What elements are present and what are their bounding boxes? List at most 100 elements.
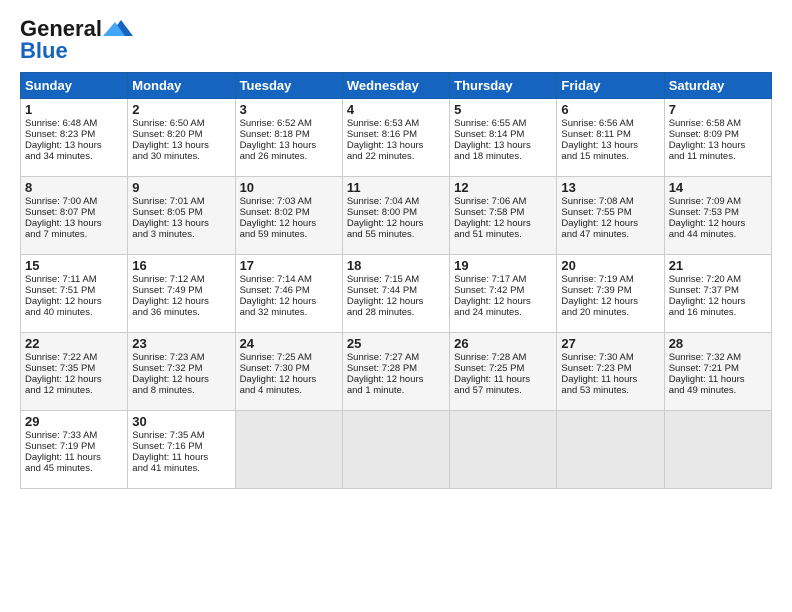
calendar-cell: 23Sunrise: 7:23 AMSunset: 7:32 PMDayligh… xyxy=(128,333,235,411)
day-info-line: Sunset: 7:19 PM xyxy=(25,441,123,452)
day-number: 30 xyxy=(132,414,230,429)
day-number: 3 xyxy=(240,102,338,117)
weekday-header-row: SundayMondayTuesdayWednesdayThursdayFrid… xyxy=(21,73,772,99)
day-info-line: Daylight: 11 hours xyxy=(454,374,552,385)
day-info-line: Sunrise: 7:35 AM xyxy=(132,430,230,441)
day-info-line: Sunrise: 7:22 AM xyxy=(25,352,123,363)
day-info-line: Daylight: 13 hours xyxy=(561,140,659,151)
day-info-line: Sunset: 7:30 PM xyxy=(240,363,338,374)
calendar-week-5: 29Sunrise: 7:33 AMSunset: 7:19 PMDayligh… xyxy=(21,411,772,489)
day-info-line: Sunset: 8:05 PM xyxy=(132,207,230,218)
day-info-line: Sunrise: 7:00 AM xyxy=(25,196,123,207)
day-info-line: Sunset: 8:07 PM xyxy=(25,207,123,218)
calendar-cell: 29Sunrise: 7:33 AMSunset: 7:19 PMDayligh… xyxy=(21,411,128,489)
day-number: 9 xyxy=(132,180,230,195)
calendar-cell: 25Sunrise: 7:27 AMSunset: 7:28 PMDayligh… xyxy=(342,333,449,411)
day-number: 2 xyxy=(132,102,230,117)
day-info-line: Daylight: 12 hours xyxy=(347,374,445,385)
calendar-cell: 12Sunrise: 7:06 AMSunset: 7:58 PMDayligh… xyxy=(450,177,557,255)
calendar-week-2: 8Sunrise: 7:00 AMSunset: 8:07 PMDaylight… xyxy=(21,177,772,255)
day-number: 16 xyxy=(132,258,230,273)
calendar-cell: 8Sunrise: 7:00 AMSunset: 8:07 PMDaylight… xyxy=(21,177,128,255)
day-info-line: Sunrise: 7:17 AM xyxy=(454,274,552,285)
calendar-cell: 19Sunrise: 7:17 AMSunset: 7:42 PMDayligh… xyxy=(450,255,557,333)
day-number: 19 xyxy=(454,258,552,273)
calendar-cell: 17Sunrise: 7:14 AMSunset: 7:46 PMDayligh… xyxy=(235,255,342,333)
calendar-week-4: 22Sunrise: 7:22 AMSunset: 7:35 PMDayligh… xyxy=(21,333,772,411)
day-info-line: and 11 minutes. xyxy=(669,151,767,162)
calendar-cell: 22Sunrise: 7:22 AMSunset: 7:35 PMDayligh… xyxy=(21,333,128,411)
day-info-line: and 49 minutes. xyxy=(669,385,767,396)
day-info-line: and 57 minutes. xyxy=(454,385,552,396)
day-info-line: Daylight: 12 hours xyxy=(454,296,552,307)
day-info-line: Sunset: 7:42 PM xyxy=(454,285,552,296)
calendar-cell: 20Sunrise: 7:19 AMSunset: 7:39 PMDayligh… xyxy=(557,255,664,333)
day-info-line: Sunrise: 7:04 AM xyxy=(347,196,445,207)
day-info-line: Sunrise: 6:55 AM xyxy=(454,118,552,129)
day-number: 12 xyxy=(454,180,552,195)
day-info-line: and 41 minutes. xyxy=(132,463,230,474)
day-info-line: Sunset: 8:23 PM xyxy=(25,129,123,140)
day-number: 29 xyxy=(25,414,123,429)
weekday-header-monday: Monday xyxy=(128,73,235,99)
day-info-line: Sunset: 7:21 PM xyxy=(669,363,767,374)
day-info-line: and 47 minutes. xyxy=(561,229,659,240)
day-info-line: and 8 minutes. xyxy=(132,385,230,396)
day-info-line: and 45 minutes. xyxy=(25,463,123,474)
day-info-line: Sunset: 7:49 PM xyxy=(132,285,230,296)
weekday-header-saturday: Saturday xyxy=(664,73,771,99)
calendar-cell: 14Sunrise: 7:09 AMSunset: 7:53 PMDayligh… xyxy=(664,177,771,255)
day-info-line: and 3 minutes. xyxy=(132,229,230,240)
day-info-line: Daylight: 12 hours xyxy=(240,296,338,307)
day-info-line: and 26 minutes. xyxy=(240,151,338,162)
day-info-line: Sunset: 8:16 PM xyxy=(347,129,445,140)
calendar-cell: 13Sunrise: 7:08 AMSunset: 7:55 PMDayligh… xyxy=(557,177,664,255)
day-number: 17 xyxy=(240,258,338,273)
day-info-line: Sunrise: 7:33 AM xyxy=(25,430,123,441)
day-info-line: Daylight: 13 hours xyxy=(454,140,552,151)
weekday-header-friday: Friday xyxy=(557,73,664,99)
day-info-line: and 20 minutes. xyxy=(561,307,659,318)
calendar-cell: 11Sunrise: 7:04 AMSunset: 8:00 PMDayligh… xyxy=(342,177,449,255)
day-info-line: and 36 minutes. xyxy=(132,307,230,318)
day-number: 13 xyxy=(561,180,659,195)
day-info-line: Sunrise: 7:23 AM xyxy=(132,352,230,363)
day-number: 20 xyxy=(561,258,659,273)
calendar-cell: 24Sunrise: 7:25 AMSunset: 7:30 PMDayligh… xyxy=(235,333,342,411)
day-info-line: Sunset: 7:44 PM xyxy=(347,285,445,296)
calendar-cell: 5Sunrise: 6:55 AMSunset: 8:14 PMDaylight… xyxy=(450,99,557,177)
day-info-line: Sunset: 7:58 PM xyxy=(454,207,552,218)
day-info-line: Daylight: 13 hours xyxy=(669,140,767,151)
day-number: 23 xyxy=(132,336,230,351)
day-info-line: Sunset: 7:32 PM xyxy=(132,363,230,374)
calendar-cell: 6Sunrise: 6:56 AMSunset: 8:11 PMDaylight… xyxy=(557,99,664,177)
day-info-line: Sunrise: 7:20 AM xyxy=(669,274,767,285)
header: General Blue xyxy=(20,18,772,64)
day-info-line: Daylight: 12 hours xyxy=(25,296,123,307)
day-info-line: Sunrise: 7:08 AM xyxy=(561,196,659,207)
day-info-line: and 32 minutes. xyxy=(240,307,338,318)
day-info-line: Daylight: 11 hours xyxy=(25,452,123,463)
day-info-line: and 28 minutes. xyxy=(347,307,445,318)
day-info-line: Sunset: 7:16 PM xyxy=(132,441,230,452)
day-info-line: Sunrise: 7:09 AM xyxy=(669,196,767,207)
day-number: 15 xyxy=(25,258,123,273)
calendar-header: SundayMondayTuesdayWednesdayThursdayFrid… xyxy=(21,73,772,99)
day-info-line: Daylight: 12 hours xyxy=(561,218,659,229)
day-info-line: Sunset: 7:53 PM xyxy=(669,207,767,218)
weekday-header-sunday: Sunday xyxy=(21,73,128,99)
day-info-line: Sunrise: 6:58 AM xyxy=(669,118,767,129)
day-number: 24 xyxy=(240,336,338,351)
day-info-line: Daylight: 12 hours xyxy=(669,218,767,229)
day-info-line: Daylight: 13 hours xyxy=(25,218,123,229)
logo-blue: Blue xyxy=(20,38,68,64)
calendar-cell: 16Sunrise: 7:12 AMSunset: 7:49 PMDayligh… xyxy=(128,255,235,333)
weekday-header-thursday: Thursday xyxy=(450,73,557,99)
day-info-line: and 24 minutes. xyxy=(454,307,552,318)
day-number: 8 xyxy=(25,180,123,195)
day-number: 11 xyxy=(347,180,445,195)
day-info-line: Daylight: 12 hours xyxy=(25,374,123,385)
day-info-line: Sunrise: 6:48 AM xyxy=(25,118,123,129)
calendar-cell xyxy=(450,411,557,489)
day-info-line: Sunset: 8:00 PM xyxy=(347,207,445,218)
